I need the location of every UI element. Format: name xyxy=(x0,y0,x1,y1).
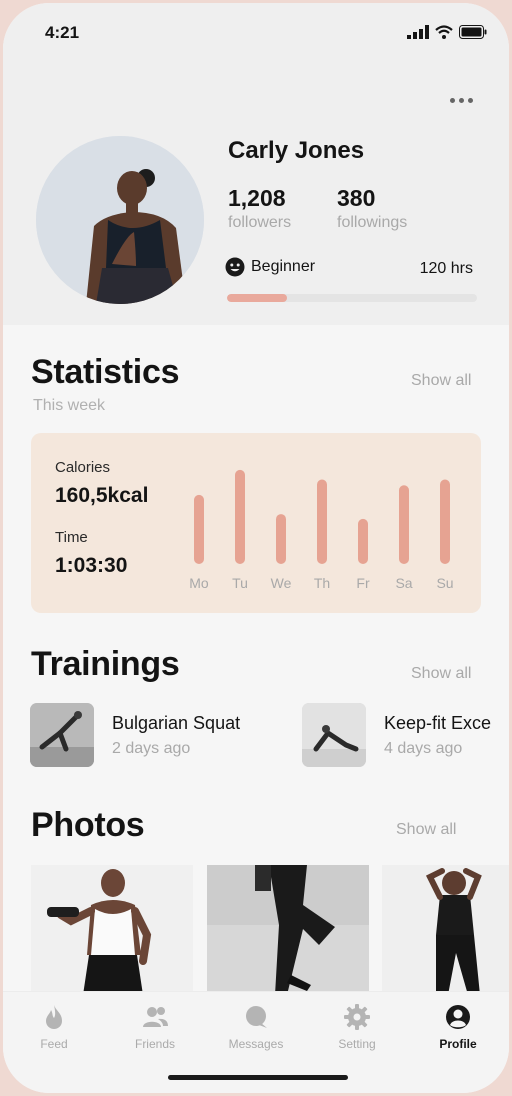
athlete-photo xyxy=(36,136,204,304)
training-thumbnail xyxy=(30,703,94,767)
training-name: Bulgarian Squat xyxy=(112,712,241,733)
statistics-show-all-link[interactable]: Show all xyxy=(411,372,471,390)
training-thumbnail xyxy=(302,703,366,767)
time-label: Time xyxy=(55,529,88,546)
training-item-keep-fit[interactable]: Keep-fit Exce 4 days ago xyxy=(302,703,491,767)
bar-mo xyxy=(194,494,204,564)
avatar[interactable] xyxy=(36,136,204,304)
followers-count[interactable]: 1,208 xyxy=(228,185,286,212)
followers-label: followers xyxy=(228,214,292,231)
tab-label: Profile xyxy=(439,1037,477,1051)
tick-label-su: Su xyxy=(436,575,453,591)
training-photo-squat xyxy=(30,703,94,767)
followings-count[interactable]: 380 xyxy=(337,185,375,212)
smiley-icon xyxy=(225,257,245,277)
dot-icon xyxy=(458,97,464,103)
training-date: 2 days ago xyxy=(112,739,191,757)
tab-friends[interactable]: Friends xyxy=(110,1002,200,1051)
calories-value: 160,5kcal xyxy=(55,484,149,507)
tick-label-sa: Sa xyxy=(395,575,412,591)
trainings-title: Trainings xyxy=(31,645,180,683)
phone-screen: 4:21 Carly Jones 1,208 followers 380 fol… xyxy=(3,3,509,1093)
battery-icon xyxy=(459,25,487,39)
bar-we xyxy=(276,514,286,564)
level-progress-fill xyxy=(227,294,287,302)
status-time: 4:21 xyxy=(45,23,80,42)
level-label: Beginner xyxy=(251,258,316,275)
tick-label-fr: Fr xyxy=(356,575,370,591)
training-photo-keep-fit xyxy=(302,703,366,767)
calories-label: Calories xyxy=(55,459,111,476)
flame-icon xyxy=(46,1005,62,1029)
training-hours: 120 hrs xyxy=(419,260,473,277)
profile-icon xyxy=(446,1005,470,1029)
bar-sa xyxy=(399,485,409,564)
tick-label-th: Th xyxy=(314,575,330,591)
training-date: 4 days ago xyxy=(384,739,463,757)
tab-setting[interactable]: Setting xyxy=(312,1002,402,1051)
weekly-bar-chart: Mo Tu We Th Fr Sa Su xyxy=(189,469,454,591)
photos-show-all-link[interactable]: Show all xyxy=(396,821,456,839)
training-name: Keep-fit Exce xyxy=(384,712,492,733)
home-indicator[interactable] xyxy=(168,1075,348,1080)
bar-su xyxy=(440,479,450,564)
tick-label-we: We xyxy=(271,575,292,591)
level-progress-bar xyxy=(227,294,477,302)
training-item-bulgarian-squat[interactable]: Bulgarian Squat 2 days ago xyxy=(30,703,240,767)
statistics-title: Statistics xyxy=(31,353,180,391)
trainings-show-all-link[interactable]: Show all xyxy=(411,665,471,683)
photo-thumbnail[interactable] xyxy=(382,865,509,995)
photo-legs xyxy=(207,865,369,995)
chat-bubble-icon xyxy=(246,1006,267,1028)
bar-th xyxy=(317,479,327,564)
profile-name: Carly Jones xyxy=(228,137,365,164)
wifi-icon xyxy=(435,25,453,39)
tick-label-tu: Tu xyxy=(232,575,248,591)
tab-label: Friends xyxy=(134,1037,175,1051)
time-value: 1:03:30 xyxy=(55,554,128,577)
bar-fr xyxy=(358,518,368,564)
tab-feed[interactable]: Feed xyxy=(9,1002,99,1051)
photo-dumbbell xyxy=(31,865,193,995)
photo-standing xyxy=(382,865,509,995)
bar-tu xyxy=(235,469,245,564)
tick-label-mo: Mo xyxy=(189,575,209,591)
weekly-stats-card: Calories 160,5kcal Time 1:03:30 Mo Tu We Th… xyxy=(31,433,481,613)
statistics-subtitle: This week xyxy=(33,397,106,414)
signal-icon xyxy=(407,25,429,39)
dot-icon xyxy=(467,97,473,103)
tab-messages[interactable]: Messages xyxy=(211,1002,301,1051)
users-icon xyxy=(143,1007,168,1027)
gear-icon xyxy=(344,1004,370,1030)
dot-icon xyxy=(449,97,455,103)
photo-thumbnail[interactable] xyxy=(207,865,369,995)
more-options-button[interactable] xyxy=(443,87,479,113)
tab-label: Feed xyxy=(40,1037,68,1051)
photo-thumbnail[interactable] xyxy=(31,865,193,995)
photos-title: Photos xyxy=(31,806,145,844)
tab-label: Setting xyxy=(338,1037,376,1051)
level-badge: Beginner xyxy=(225,257,315,277)
tab-label: Messages xyxy=(228,1037,284,1051)
followings-label: followings xyxy=(337,214,408,231)
tab-profile[interactable]: Profile xyxy=(413,1002,503,1051)
status-icons xyxy=(407,25,487,39)
